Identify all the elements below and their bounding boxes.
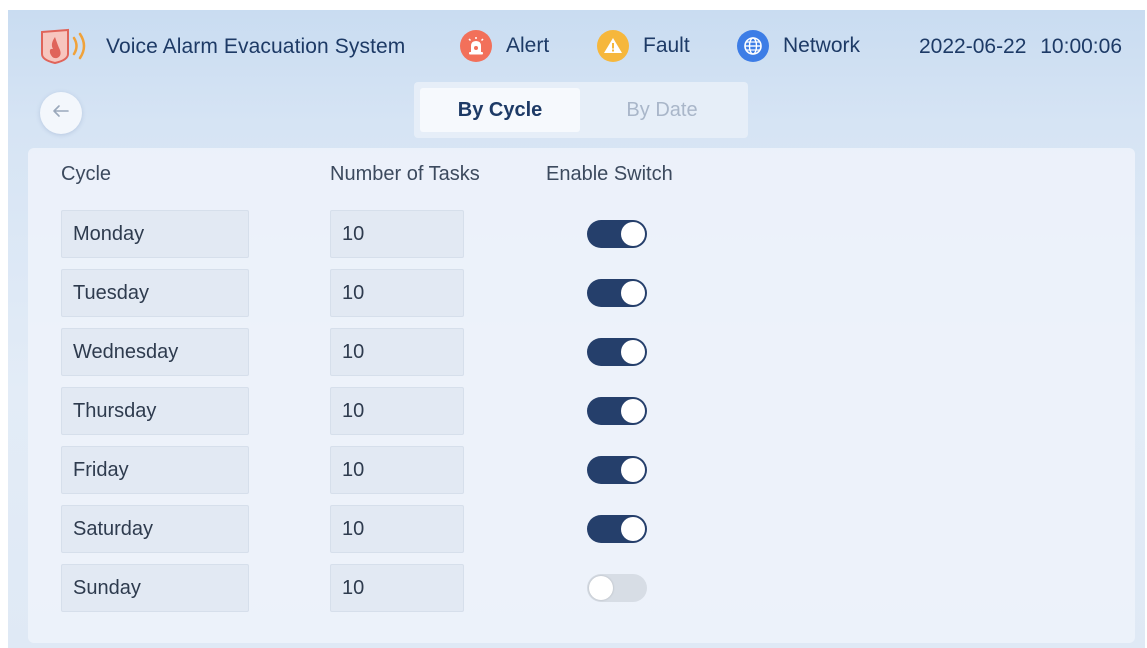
- toggle-knob: [621, 340, 645, 364]
- alert-status[interactable]: Alert: [460, 30, 549, 62]
- day-cell: Thursday: [61, 387, 249, 435]
- column-header-enable-switch: Enable Switch: [546, 163, 673, 185]
- day-cell: Tuesday: [61, 269, 249, 317]
- app-title: Voice Alarm Evacuation System: [106, 35, 406, 58]
- tab-by-cycle[interactable]: By Cycle: [420, 88, 580, 132]
- toggle-knob: [621, 399, 645, 423]
- fault-label: Fault: [643, 34, 690, 57]
- enable-toggle[interactable]: [587, 220, 647, 248]
- enable-toggle[interactable]: [587, 279, 647, 307]
- arrow-left-icon: [52, 104, 70, 123]
- toggle-knob: [621, 222, 645, 246]
- screen: Voice Alarm Evacuation System Alert Faul…: [8, 10, 1145, 648]
- task-count-field[interactable]: 10: [330, 387, 464, 435]
- enable-toggle[interactable]: [587, 338, 647, 366]
- view-tabs: By Cycle By Date: [414, 82, 748, 138]
- day-cell: Saturday: [61, 505, 249, 553]
- day-cell: Friday: [61, 446, 249, 494]
- task-count-field[interactable]: 10: [330, 269, 464, 317]
- toggle-knob: [621, 281, 645, 305]
- enable-toggle[interactable]: [587, 456, 647, 484]
- task-count-field[interactable]: 10: [330, 505, 464, 553]
- network-label: Network: [783, 34, 861, 57]
- alert-label: Alert: [506, 34, 550, 57]
- enable-toggle[interactable]: [587, 397, 647, 425]
- table-row: Wednesday 10: [28, 328, 1135, 376]
- column-header-number-of-tasks: Number of Tasks: [330, 163, 480, 185]
- globe-icon: [737, 30, 769, 62]
- tab-by-date[interactable]: By Date: [582, 88, 742, 132]
- alarm-shield-icon: [38, 28, 98, 65]
- enable-toggle[interactable]: [587, 515, 647, 543]
- task-count-field[interactable]: 10: [330, 446, 464, 494]
- network-status[interactable]: Network: [737, 30, 860, 62]
- fault-status[interactable]: Fault: [597, 30, 690, 62]
- table-row: Tuesday 10: [28, 269, 1135, 317]
- day-cell: Sunday: [61, 564, 249, 612]
- task-count-field[interactable]: 10: [330, 564, 464, 612]
- task-count-field[interactable]: 10: [330, 210, 464, 258]
- table-row: Thursday 10: [28, 387, 1135, 435]
- toggle-knob: [621, 517, 645, 541]
- table-row: Saturday 10: [28, 505, 1135, 553]
- table-row: Monday 10: [28, 210, 1135, 258]
- top-bar: Voice Alarm Evacuation System Alert Faul…: [8, 10, 1145, 82]
- day-cell: Monday: [61, 210, 249, 258]
- siren-icon: [460, 30, 492, 62]
- toggle-knob: [589, 576, 613, 600]
- column-header-cycle: Cycle: [61, 163, 112, 185]
- toggle-knob: [621, 458, 645, 482]
- table-row: Friday 10: [28, 446, 1135, 494]
- table-row: Sunday 10: [28, 564, 1135, 612]
- datetime: 2022-06-22 10:00:06: [919, 35, 1122, 58]
- day-cell: Wednesday: [61, 328, 249, 376]
- task-count-field[interactable]: 10: [330, 328, 464, 376]
- enable-toggle[interactable]: [587, 574, 647, 602]
- warning-triangle-icon: [597, 30, 629, 62]
- back-button[interactable]: [40, 92, 82, 134]
- schedule-panel: Cycle Number of Tasks Enable Switch Mond…: [28, 148, 1135, 643]
